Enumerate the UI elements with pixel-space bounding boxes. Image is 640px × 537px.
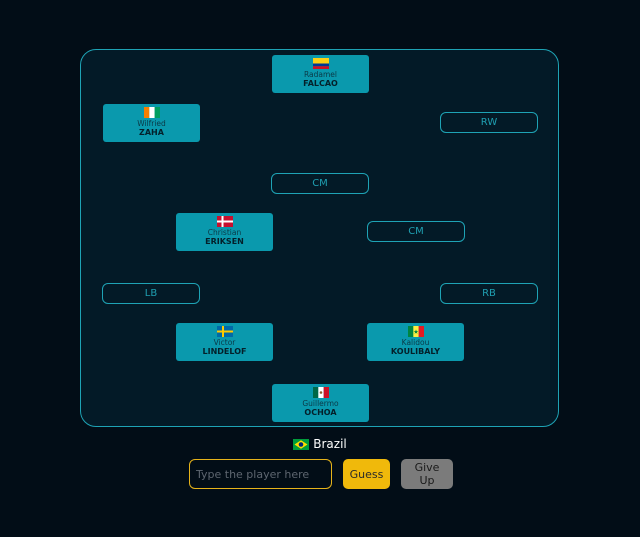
sweden-flag-icon <box>216 326 233 337</box>
colombia-flag-icon <box>312 58 329 69</box>
player-first-name: Wilfried <box>137 119 166 128</box>
position-slot-lb: LB <box>102 283 200 304</box>
player-guess-input[interactable] <box>189 459 332 489</box>
player-first-name: Guillermo <box>302 399 339 408</box>
position-slot-cm: CM <box>271 173 369 194</box>
player-last-name: FALCAO <box>303 79 338 88</box>
player-first-name: Victor <box>213 338 236 347</box>
position-slot-cm-right: CM <box>367 221 465 242</box>
mexico-flag-icon <box>312 387 329 398</box>
position-slot-cm-left: Christian ERIKSEN <box>176 213 273 251</box>
player-last-name: LINDELOF <box>202 347 247 356</box>
guess-button[interactable]: Guess <box>343 459 390 489</box>
player-last-name: ERIKSEN <box>205 237 244 246</box>
ivory-coast-flag-icon <box>143 107 160 118</box>
position-slot-rb: RB <box>440 283 538 304</box>
position-slot-cb-right: Kalidou KOULIBALY <box>367 323 464 361</box>
senegal-flag-icon <box>407 326 424 337</box>
position-slot-cb-left: Victor LINDELOF <box>176 323 273 361</box>
player-first-name: Radamel <box>303 70 337 79</box>
denmark-flag-icon <box>216 216 233 227</box>
player-last-name: OCHOA <box>304 408 337 417</box>
give-up-button[interactable]: Give Up <box>401 459 453 489</box>
formation-pitch: Radamel FALCAO Wilfried ZAHA RW CM Chris… <box>80 49 559 427</box>
position-slot-lw: Wilfried ZAHA <box>103 104 200 142</box>
position-slot-gk: Guillermo OCHOA <box>272 384 369 422</box>
player-first-name: Kalidou <box>401 338 430 347</box>
position-slot-rw: RW <box>440 112 538 133</box>
position-slot-st: Radamel FALCAO <box>272 55 369 93</box>
country-name: Brazil <box>313 437 347 451</box>
brazil-flag-icon <box>293 439 310 450</box>
player-last-name: ZAHA <box>139 128 164 137</box>
player-last-name: KOULIBALY <box>390 347 441 356</box>
target-country: Brazil <box>0 436 640 452</box>
player-first-name: Christian <box>207 228 242 237</box>
